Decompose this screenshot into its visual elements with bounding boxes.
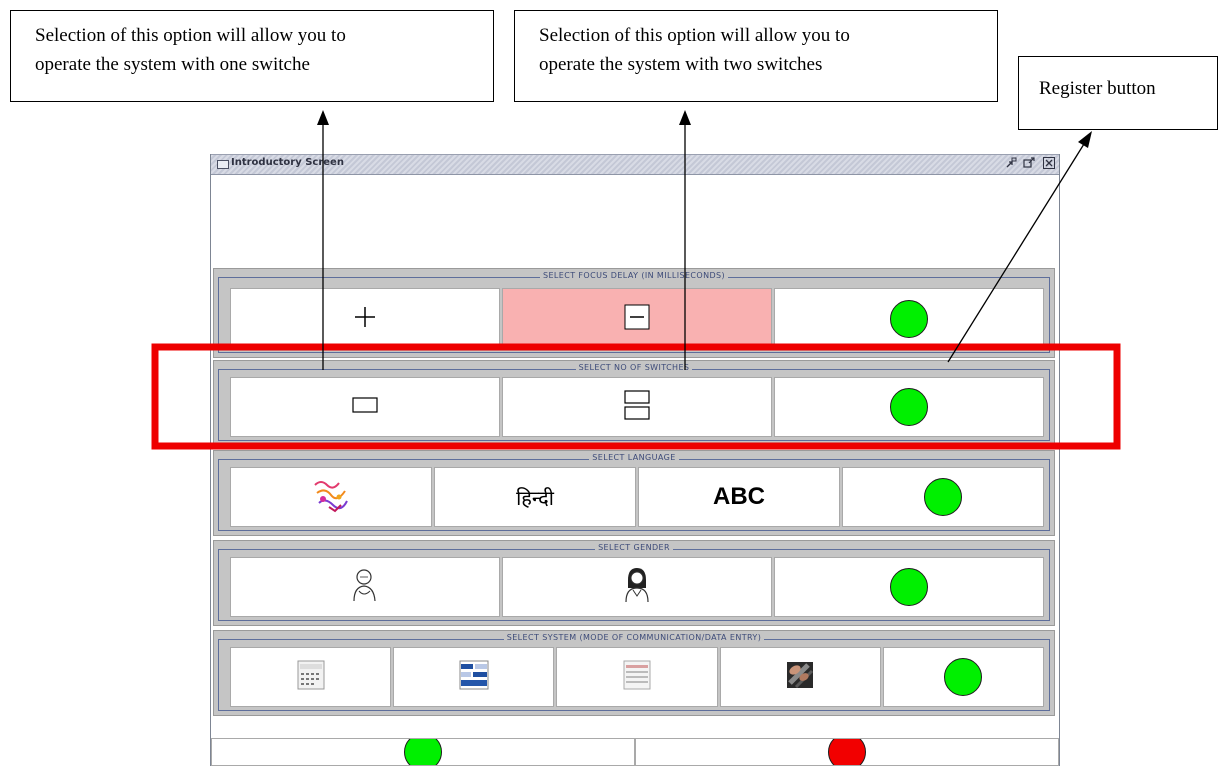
female-user-icon <box>622 566 652 608</box>
introductory-screen-window: Introductory Screen SELECT FOCUS DELAY (… <box>210 154 1060 766</box>
register-green-dot <box>890 388 928 426</box>
bottom-action-row <box>211 738 1059 766</box>
typing-hands-icon <box>786 661 814 693</box>
male-user-icon <box>350 567 380 607</box>
app-icon <box>217 160 229 169</box>
decrease-delay-button[interactable] <box>502 288 772 349</box>
single-switch-icon <box>352 396 378 418</box>
callout-one-switch: Selection of this option will allow you … <box>10 10 494 102</box>
window-titlebar[interactable]: Introductory Screen <box>211 154 1059 175</box>
minus-icon <box>624 304 650 334</box>
register-green-dot <box>924 478 962 516</box>
focus-delay-panel: SELECT FOCUS DELAY (IN MILLISECONDS) <box>213 268 1055 358</box>
language-label: SELECT LANGUAGE <box>589 453 679 462</box>
maximize-icon[interactable] <box>1023 157 1035 169</box>
focus-delay-label: SELECT FOCUS DELAY (IN MILLISECONDS) <box>539 271 729 280</box>
callout-two-switches-line1: Selection of this option will allow you … <box>539 25 850 46</box>
confirm-green-dot <box>404 739 442 765</box>
keyboard-grid-icon <box>297 660 325 694</box>
register-green-dot <box>890 299 928 338</box>
system-label: SELECT SYSTEM (MODE OF COMMUNICATION/DAT… <box>503 633 765 642</box>
callout-register-text: Register button <box>1039 78 1156 99</box>
hindi-label: हिन्दी <box>516 485 554 510</box>
system-option-4-button[interactable] <box>719 647 881 707</box>
plus-icon <box>353 305 377 333</box>
system-register-button[interactable] <box>882 647 1045 707</box>
minimize-icon[interactable] <box>1005 157 1017 169</box>
gender-register-button[interactable] <box>774 557 1044 617</box>
multilingual-button[interactable] <box>230 467 432 527</box>
english-label: ABC <box>713 483 765 510</box>
text-table-icon <box>623 660 651 694</box>
focus-delay-register-button[interactable] <box>774 288 1044 349</box>
one-switch-button[interactable] <box>230 377 500 437</box>
cancel-button[interactable] <box>635 738 1059 766</box>
register-green-dot <box>944 658 983 696</box>
system-option-2-button[interactable] <box>393 647 555 707</box>
system-panel: SELECT SYSTEM (MODE OF COMMUNICATION/DAT… <box>213 630 1055 716</box>
switches-panel: SELECT NO OF SWITCHES <box>213 360 1055 446</box>
cancel-red-dot <box>828 739 866 765</box>
switches-label: SELECT NO OF SWITCHES <box>575 363 693 372</box>
window-title: Introductory Screen <box>231 157 344 168</box>
increase-delay-button[interactable] <box>230 288 500 349</box>
callout-one-switch-line2: operate the system with one switche <box>35 54 310 75</box>
gender-panel: SELECT GENDER <box>213 540 1055 626</box>
system-option-1-button[interactable] <box>230 647 392 707</box>
callout-register: Register button <box>1018 56 1218 130</box>
hindi-button[interactable]: हिन्दी <box>434 467 636 527</box>
callout-two-switches-line2: operate the system with two switches <box>539 54 823 75</box>
multilingual-icon <box>311 477 351 517</box>
confirm-button[interactable] <box>211 738 635 766</box>
register-green-dot <box>890 568 928 606</box>
gender-label: SELECT GENDER <box>595 543 673 552</box>
callout-one-switch-line1: Selection of this option will allow you … <box>35 25 346 46</box>
male-button[interactable] <box>230 557 500 617</box>
close-icon[interactable] <box>1043 157 1055 169</box>
switches-register-button[interactable] <box>774 377 1044 437</box>
two-switches-button[interactable] <box>502 377 772 437</box>
language-panel: SELECT LANGUAGE हिन्दी ABC <box>213 450 1055 536</box>
english-button[interactable]: ABC <box>638 467 840 527</box>
system-option-3-button[interactable] <box>556 647 718 707</box>
blue-layout-icon <box>459 660 489 694</box>
language-register-button[interactable] <box>842 467 1044 527</box>
double-switch-icon <box>624 389 650 425</box>
callout-two-switches: Selection of this option will allow you … <box>514 10 998 102</box>
female-button[interactable] <box>502 557 772 617</box>
